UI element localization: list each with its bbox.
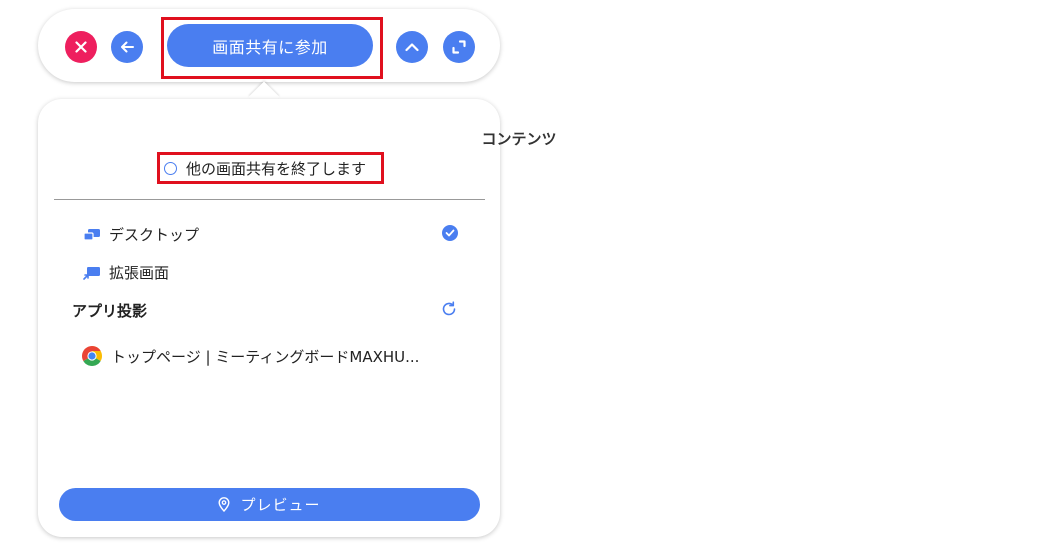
join-screen-share-button[interactable]: 画面共有に参加 — [167, 24, 373, 67]
arrow-left-icon — [121, 41, 134, 53]
source-item-label: デスクトップ — [109, 226, 200, 244]
app-item-chrome[interactable]: トップページ | ミーティングボードMAXHU... — [81, 345, 419, 367]
divider — [54, 199, 485, 200]
share-toolbar: 画面共有に参加 — [38, 9, 500, 82]
expand-icon — [452, 40, 466, 54]
expand-button[interactable] — [443, 31, 475, 63]
app-projection-heading: アプリ投影 — [72, 300, 147, 321]
source-item-desktop[interactable]: デスクトップ — [83, 224, 199, 245]
extended-screen-icon — [83, 266, 101, 280]
location-pin-icon — [218, 497, 230, 512]
close-icon — [75, 41, 87, 53]
app-item-label: トップページ | ミーティングボードMAXHU... — [111, 347, 420, 366]
preview-button[interactable]: プレビュー — [59, 488, 480, 521]
close-button[interactable] — [65, 31, 97, 63]
preview-label: プレビュー — [240, 496, 321, 514]
end-other-share-option[interactable]: 他の画面共有を終了します — [164, 158, 366, 178]
chrome-icon — [81, 345, 103, 367]
content-section-title: コンテンツ — [481, 130, 557, 148]
refresh-icon — [442, 301, 456, 316]
selected-check-icon — [442, 225, 458, 241]
app-projection-title: アプリ投影 — [72, 302, 148, 320]
end-other-share-label: 他の画面共有を終了します — [186, 159, 367, 178]
back-button[interactable] — [111, 31, 143, 63]
source-item-label: 拡張画面 — [109, 264, 170, 282]
collapse-button[interactable] — [396, 31, 428, 63]
join-screen-share-label: 画面共有に参加 — [212, 37, 328, 57]
radio-button[interactable] — [164, 161, 177, 175]
refresh-button[interactable] — [440, 300, 458, 322]
source-item-extended-screen[interactable]: 拡張画面 — [83, 262, 169, 283]
desktop-icon — [83, 228, 101, 242]
chevron-up-icon — [405, 43, 419, 52]
